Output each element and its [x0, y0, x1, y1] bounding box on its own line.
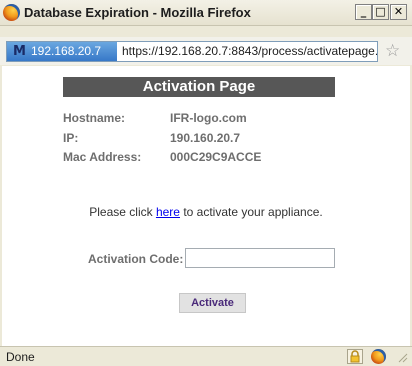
ip-label: IP: — [63, 131, 79, 145]
resize-grip-icon[interactable] — [396, 351, 408, 363]
mac-address-value: 000C29C9ACCE — [170, 150, 262, 164]
window-title: Database Expiration - Mozilla Firefox — [24, 5, 251, 20]
title-bar: Database Expiration - Mozilla Firefox _ … — [0, 0, 412, 26]
mac-address-label: Mac Address: — [63, 150, 142, 164]
activate-instructions: Please click here to activate your appli… — [2, 205, 410, 219]
activate-button[interactable]: Activate — [179, 293, 246, 313]
activation-code-input[interactable] — [185, 248, 335, 268]
status-text: Done — [6, 350, 35, 364]
page-content: Activation Page Hostname: IFR-logo.com I… — [2, 66, 410, 346]
bookmark-star-icon[interactable]: ☆ — [385, 42, 400, 59]
activation-code-label: Activation Code: — [88, 252, 184, 266]
close-button[interactable]: ✕ — [390, 4, 407, 20]
site-favicon-icon: M — [13, 44, 26, 59]
url-text[interactable]: https://192.168.20.7:8843/process/activa… — [122, 42, 377, 61]
firefox-status-icon[interactable] — [371, 349, 386, 364]
maximize-button[interactable]: □ — [372, 4, 389, 20]
hostname-value: IFR-logo.com — [170, 111, 247, 125]
firefox-logo-icon — [3, 4, 20, 21]
activate-here-link[interactable]: here — [156, 205, 180, 219]
url-bar: M 192.168.20.7 https://192.168.20.7:8843… — [0, 37, 412, 65]
hostname-label: Hostname: — [63, 111, 126, 125]
lock-icon[interactable] — [347, 349, 363, 364]
status-bar: Done — [0, 346, 412, 366]
address-field[interactable]: M 192.168.20.7 https://192.168.20.7:8843… — [6, 41, 378, 62]
page-title: Activation Page — [63, 77, 335, 97]
activate-suffix-text: to activate your appliance. — [179, 205, 323, 219]
ip-value: 190.160.20.7 — [170, 131, 241, 145]
site-identity-label: 192.168.20.7 — [31, 44, 102, 58]
activate-prefix-text: Please click — [89, 205, 156, 219]
minimize-button[interactable]: _ — [355, 4, 372, 20]
site-identity-button[interactable]: M 192.168.20.7 — [7, 42, 117, 61]
